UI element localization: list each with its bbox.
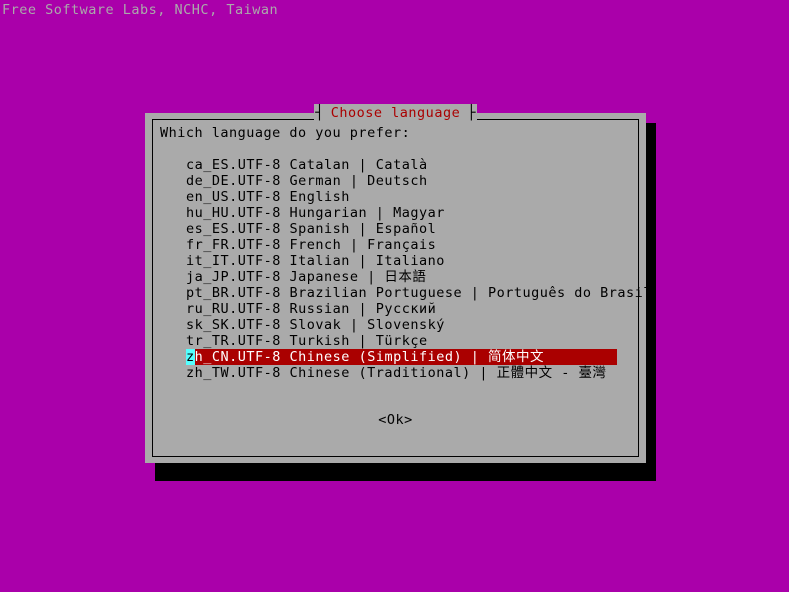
language-list-item[interactable]: ru_RU.UTF-8 Russian | Русский (153, 301, 638, 317)
choose-language-dialog: ┤ Choose language ├ Which language do yo… (145, 104, 651, 463)
language-list-item[interactable]: it_IT.UTF-8 Italian | Italiano (153, 253, 638, 269)
language-list-item[interactable]: pt_BR.UTF-8 Brazilian Portuguese | Portu… (153, 285, 651, 301)
language-list-item[interactable]: sk_SK.UTF-8 Slovak | Slovenský (153, 317, 638, 333)
language-list-item[interactable]: es_ES.UTF-8 Spanish | Español (153, 221, 638, 237)
console-banner-text: Free Software Labs, NCHC, Taiwan (2, 2, 279, 18)
language-list-item[interactable]: tr_TR.UTF-8 Turkish | Türkçe (153, 333, 638, 349)
language-list-item[interactable]: ca_ES.UTF-8 Catalan | Català (153, 157, 638, 173)
ok-button[interactable]: <Ok> (378, 412, 413, 428)
language-list-item[interactable]: ja_JP.UTF-8 Japanese | 日本語 (153, 269, 638, 285)
language-list[interactable]: ca_ES.UTF-8 Catalan | Català de_DE.UTF-8 … (153, 157, 651, 381)
language-list-item[interactable]: de_DE.UTF-8 German | Deutsch (153, 173, 638, 189)
language-list-item[interactable]: en_US.UTF-8 English (153, 189, 638, 205)
language-list-item[interactable]: fr_FR.UTF-8 French | Français (153, 237, 638, 253)
list-cursor: z (186, 349, 195, 365)
dialog-button-row: <Ok> (153, 409, 638, 428)
language-list-item[interactable]: zh_CN.UTF-8 Chinese (Simplified) | 简体中文 (186, 349, 617, 365)
dialog-body: Which language do you prefer: ca_ES.UTF-… (153, 120, 651, 456)
prompt-label: Which language do you prefer: (160, 125, 411, 141)
language-list-item[interactable]: zh_TW.UTF-8 Chinese (Traditional) | 正體中文… (153, 365, 638, 381)
language-list-item[interactable]: hu_HU.UTF-8 Hungarian | Magyar (153, 205, 638, 221)
language-list-item-label: h_CN.UTF-8 Chinese (Simplified) | 简体中文 (194, 349, 544, 365)
